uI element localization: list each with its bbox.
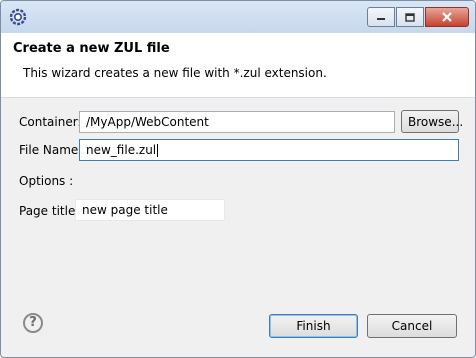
eclipse-gear-icon	[9, 8, 27, 26]
minimize-button[interactable]	[367, 7, 395, 27]
title-bar[interactable]	[1, 1, 475, 33]
finish-button[interactable]: Finish	[269, 314, 358, 338]
text-caret	[157, 144, 159, 157]
browse-button[interactable]: Browse...	[401, 110, 463, 133]
footer-separator	[1, 293, 475, 294]
page-title-input[interactable]: new page title	[75, 199, 225, 221]
maximize-button[interactable]	[396, 7, 424, 27]
wizard-header: Create a new ZUL file This wizard create…	[1, 33, 475, 98]
maximize-icon	[405, 12, 415, 22]
minimize-icon	[377, 18, 385, 20]
file-name-label: File Name:	[19, 143, 83, 157]
wizard-title: Create a new ZUL file	[13, 41, 170, 56]
file-name-input[interactable]: new_file.zul	[79, 139, 459, 161]
wizard-dialog: Create a new ZUL file This wizard create…	[0, 0, 476, 358]
wizard-body: Container: /MyApp/WebContent Browse... F…	[1, 98, 475, 293]
help-question-icon[interactable]: ?	[23, 313, 43, 333]
close-icon	[442, 12, 452, 22]
cancel-button[interactable]: Cancel	[367, 314, 457, 338]
container-label: Container:	[19, 115, 82, 129]
close-button[interactable]	[425, 7, 469, 27]
file-name-value: new_file.zul	[86, 143, 157, 157]
container-input[interactable]: /MyApp/WebContent	[79, 111, 395, 133]
wizard-description: This wizard creates a new file with *.zu…	[23, 66, 327, 80]
page-title-label: Page title:	[19, 204, 80, 218]
options-label: Options :	[19, 174, 74, 188]
